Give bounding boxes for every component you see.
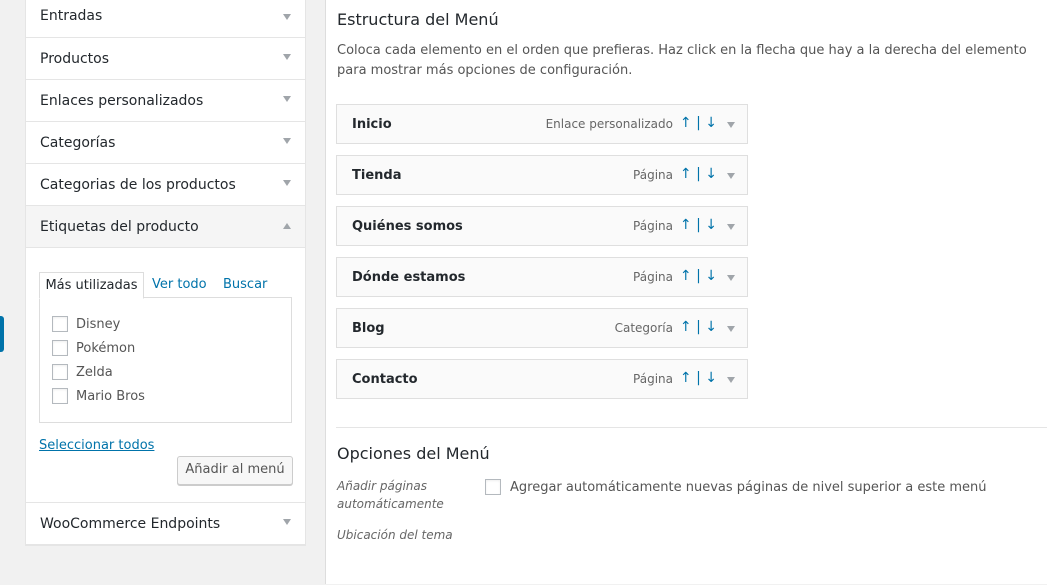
section-label: Entradas (40, 8, 103, 24)
tab-buscar[interactable]: Buscar (223, 272, 267, 297)
tab-ver-todo[interactable]: Ver todo (152, 272, 207, 297)
reorder-arrows[interactable]: ↑ | ↓ (680, 166, 717, 182)
edge-indicator (0, 316, 4, 352)
menu-management-panel: Estructura del Menú Coloca cada elemento… (325, 0, 1047, 584)
reorder-arrows[interactable]: ↑ | ↓ (680, 319, 717, 335)
chevron-down-icon (283, 138, 291, 144)
select-all-link[interactable]: Seleccionar todos (39, 438, 154, 453)
chevron-up-icon (283, 223, 291, 229)
auto-add-option: Agregar automáticamente nuevas páginas d… (485, 479, 987, 495)
chevron-down-icon[interactable] (727, 326, 735, 332)
menu-item-title: Blog (352, 321, 385, 336)
menu-item-type: Página (633, 219, 673, 233)
auto-add-label: Añadir páginas automáticamente (337, 479, 444, 511)
section-divider (336, 427, 1047, 428)
checkbox-label: Zelda (76, 364, 113, 380)
menu-item-inicio[interactable]: Inicio Enlace personalizado ↑ | ↓ (336, 104, 748, 144)
chevron-down-icon[interactable] (727, 173, 735, 179)
chevron-down-icon[interactable] (727, 122, 735, 128)
section-label: Categorías (40, 134, 116, 151)
chevron-down-icon[interactable] (727, 275, 735, 281)
section-label: Enlaces personalizados (40, 92, 204, 109)
list-item: Disney (52, 314, 120, 334)
list-item: Mario Bros (52, 386, 145, 406)
list-item: Zelda (52, 362, 113, 382)
menu-item-blog[interactable]: Blog Categoría ↑ | ↓ (336, 308, 748, 348)
section-categorias-productos[interactable]: Categorias de los productos (26, 164, 305, 206)
add-to-menu-button[interactable]: Añadir al menú (177, 456, 293, 485)
tab-mas-utilizadas[interactable]: Más utilizadas (39, 272, 144, 299)
checkbox-label: Disney (76, 316, 121, 332)
checkbox-mario-bros[interactable] (52, 388, 68, 404)
add-menu-items-accordion: Entradas Productos Enlaces personalizado… (25, 0, 306, 546)
checkbox-zelda[interactable] (52, 364, 68, 380)
menu-item-donde-estamos[interactable]: Dónde estamos Página ↑ | ↓ (336, 257, 748, 297)
menu-item-type: Enlace personalizado (545, 117, 673, 131)
checkbox-label: Pokémon (76, 340, 136, 356)
section-productos[interactable]: Productos (26, 38, 305, 80)
menu-item-title: Quiénes somos (352, 219, 463, 234)
section-label: Categorias de los productos (40, 176, 236, 193)
menu-item-type: Página (633, 372, 673, 386)
menu-item-contacto[interactable]: Contacto Página ↑ | ↓ (336, 359, 748, 399)
checkbox-label: Mario Bros (76, 388, 145, 404)
menu-item-title: Dónde estamos (352, 270, 466, 285)
section-woocommerce-endpoints[interactable]: WooCommerce Endpoints (26, 503, 305, 545)
menu-item-title: Contacto (352, 372, 418, 387)
chevron-down-icon (283, 96, 291, 102)
section-label: Productos (40, 50, 110, 67)
auto-add-checkbox-label: Agregar automáticamente nuevas páginas d… (510, 479, 987, 495)
auto-add-checkbox[interactable] (485, 479, 501, 495)
chevron-down-icon[interactable] (727, 377, 735, 383)
theme-location-label: Ubicación del tema (337, 528, 453, 542)
menu-item-type: Categoría (614, 321, 673, 335)
reorder-arrows[interactable]: ↑ | ↓ (680, 217, 717, 233)
section-etiquetas-producto[interactable]: Etiquetas del producto (26, 206, 305, 248)
structure-title: Estructura del Menú (337, 10, 499, 29)
structure-description: Coloca cada elemento en el orden que pre… (337, 43, 1027, 78)
section-label: WooCommerce Endpoints (40, 515, 221, 532)
list-item: Pokémon (52, 338, 135, 358)
menu-item-type: Página (633, 168, 673, 182)
section-categorias[interactable]: Categorías (26, 122, 305, 164)
tag-tabs: Más utilizadas Ver todo Buscar (39, 272, 292, 299)
etiquetas-panel: Más utilizadas Ver todo Buscar Disney Po… (26, 248, 305, 503)
section-entradas[interactable]: Entradas (26, 0, 305, 38)
chevron-down-icon (283, 180, 291, 186)
reorder-arrows[interactable]: ↑ | ↓ (680, 370, 717, 386)
chevron-down-icon (283, 519, 291, 525)
tag-list: Disney Pokémon Zelda Mario Bros (39, 297, 292, 423)
menu-item-title: Inicio (352, 117, 392, 132)
reorder-arrows[interactable]: ↑ | ↓ (680, 115, 717, 131)
options-title: Opciones del Menú (337, 444, 490, 463)
menu-item-quienes-somos[interactable]: Quiénes somos Página ↑ | ↓ (336, 206, 748, 246)
section-enlaces-personalizados[interactable]: Enlaces personalizados (26, 80, 305, 122)
section-label: Etiquetas del producto (40, 218, 199, 235)
reorder-arrows[interactable]: ↑ | ↓ (680, 268, 717, 284)
checkbox-pokemon[interactable] (52, 340, 68, 356)
chevron-down-icon[interactable] (727, 224, 735, 230)
checkbox-disney[interactable] (52, 316, 68, 332)
menu-item-title: Tienda (352, 168, 402, 183)
menu-item-tienda[interactable]: Tienda Página ↑ | ↓ (336, 155, 748, 195)
chevron-down-icon (283, 54, 291, 60)
menu-item-type: Página (633, 270, 673, 284)
chevron-down-icon (283, 14, 291, 20)
